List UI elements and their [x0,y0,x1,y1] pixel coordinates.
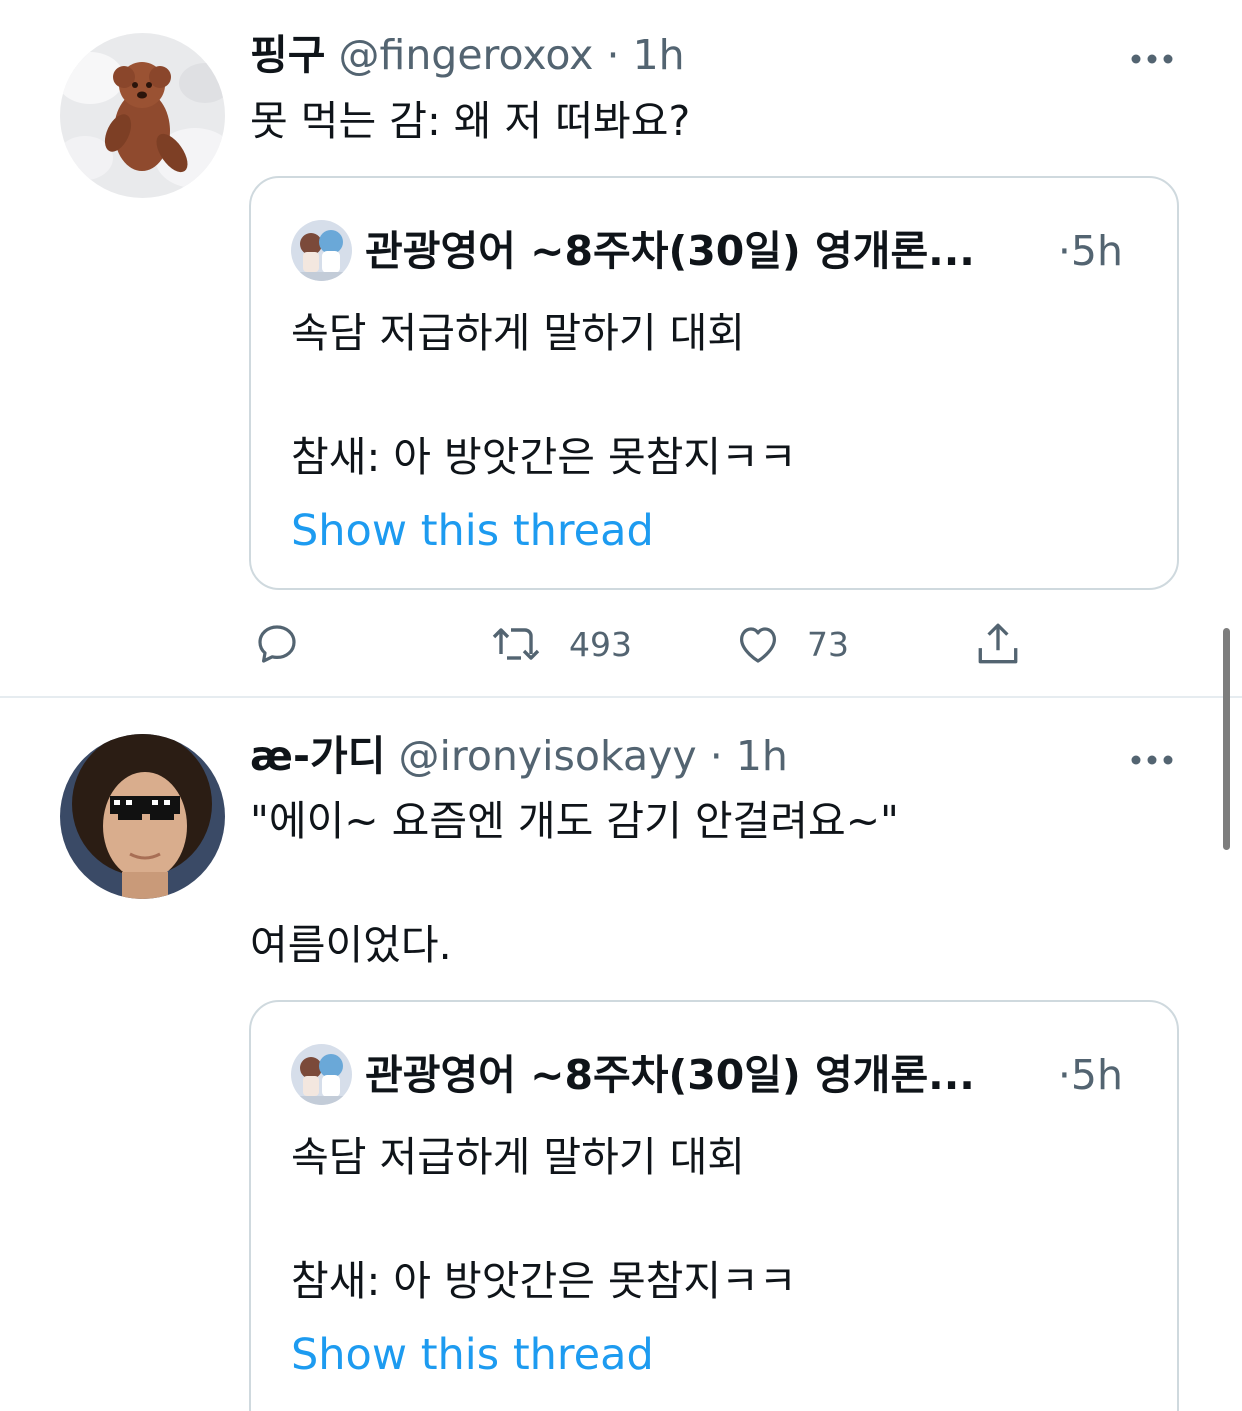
quoted-avatar[interactable] [291,220,352,281]
tweet[interactable]: æ-가디 @ironyisokayy · 1h "에이~ 요즘엔 개도 감기 안… [0,698,1242,1411]
tweet-text: 못 먹는 감: 왜 저 떠봐요? [250,97,691,145]
timeline: 핑구 @fingeroxox · 1h 못 먹는 감: 왜 저 떠봐요? 관광영… [0,0,1242,1411]
user-handle[interactable]: @fingeroxox [339,31,594,79]
display-name[interactable]: 핑구 [250,31,325,79]
separator-dot: · [709,732,723,780]
show-thread-link[interactable]: Show this thread [291,500,654,562]
tweet-header: æ-가디 @ironyisokayy · 1h [250,726,1182,786]
quoted-time-value: 5h [1070,227,1123,275]
anime-characters-avatar-icon [291,220,352,281]
timestamp[interactable]: 1h [633,31,685,79]
separator-dot: · [606,31,620,79]
tweet-text: "에이~ 요즘엔 개도 감기 안걸려요~" 여름이었다. [250,797,899,969]
retweet-button[interactable]: 493 [489,614,632,674]
quoted-tweet-text: 속담 저급하게 말하기 대회 참새: 아 방앗간은 못참지ㅋㅋ [291,309,797,481]
like-button[interactable]: 73 [733,614,849,674]
avatar[interactable] [60,734,225,899]
retweet-count: 493 [569,624,632,664]
retweet-icon [492,628,540,660]
quoted-tweet-card[interactable]: 관광영어 ~8주차(30일) 영개론... ·5h 속담 저급하게 말하기 대회… [249,1000,1179,1411]
quoted-time-value: 5h [1070,1051,1123,1099]
scrollbar[interactable] [1223,628,1230,850]
share-button[interactable] [973,614,1023,674]
like-count: 73 [807,624,849,664]
quoted-display-name[interactable]: 관광영어 ~8주차(30일) 영개론... [365,220,975,282]
reply-button[interactable] [253,614,325,674]
poodle-avatar-icon [60,33,225,198]
quoted-timestamp[interactable]: ·5h [1058,220,1123,282]
quoted-timestamp[interactable]: ·5h [1058,1044,1123,1106]
more-options-button[interactable] [1128,736,1176,776]
tweet-header: 핑구 @fingeroxox · 1h [250,25,1182,85]
man-with-sunglasses-avatar-icon [60,734,225,899]
ellipsis-icon [1131,54,1173,64]
heart-icon [740,627,776,663]
timestamp[interactable]: 1h [736,732,788,780]
user-handle[interactable]: @ironyisokayy [398,732,696,780]
reply-icon [258,625,296,663]
display-name[interactable]: æ-가디 [250,732,385,780]
more-options-button[interactable] [1128,35,1176,75]
show-thread-link[interactable]: Show this thread [291,1324,654,1386]
ellipsis-icon [1131,755,1173,765]
anime-characters-avatar-icon [291,1044,352,1105]
tweet[interactable]: 핑구 @fingeroxox · 1h 못 먹는 감: 왜 저 떠봐요? 관광영… [0,0,1242,696]
tweet-actions: 493 73 [249,614,1049,674]
quoted-tweet-text: 속담 저급하게 말하기 대회 참새: 아 방앗간은 못참지ㅋㅋ [291,1133,797,1305]
quoted-tweet-header: 관광영어 ~8주차(30일) 영개론... ·5h [291,220,1127,282]
separator-dot: · [1057,1051,1071,1099]
avatar[interactable] [60,33,225,198]
quoted-display-name[interactable]: 관광영어 ~8주차(30일) 영개론... [365,1044,975,1106]
quoted-tweet-card[interactable]: 관광영어 ~8주차(30일) 영개론... ·5h 속담 저급하게 말하기 대회… [249,176,1179,590]
quoted-avatar[interactable] [291,1044,352,1105]
separator-dot: · [1057,227,1071,275]
share-icon [978,623,1018,664]
quoted-tweet-header: 관광영어 ~8주차(30일) 영개론... ·5h [291,1044,1127,1106]
